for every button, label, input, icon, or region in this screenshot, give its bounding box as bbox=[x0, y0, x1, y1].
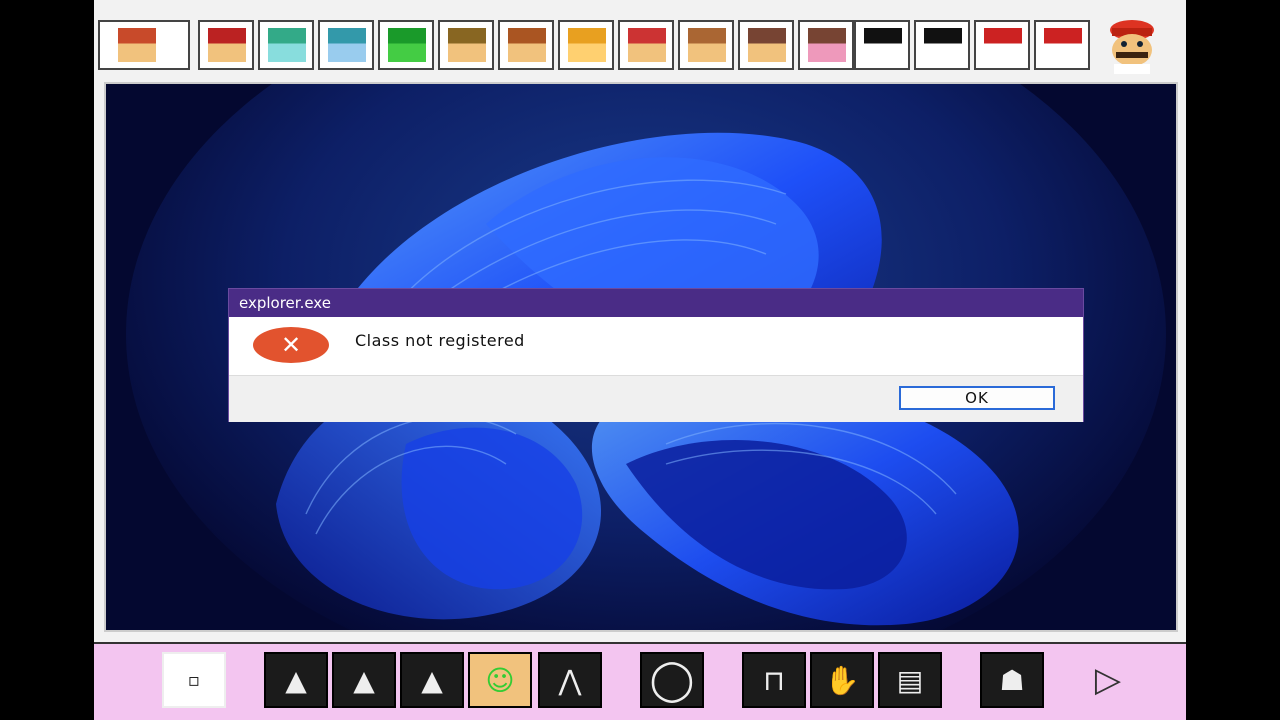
mario-face-icon bbox=[1102, 16, 1162, 74]
ring-brush-icon: ◯ bbox=[649, 657, 695, 703]
spray-cone-tool-icon: ⋀ bbox=[558, 663, 582, 697]
tool-button[interactable]: ⋀ bbox=[538, 652, 602, 708]
stamp-slot-9-icon bbox=[628, 28, 666, 62]
stamp-button[interactable] bbox=[378, 20, 434, 70]
stamp-button[interactable] bbox=[98, 20, 190, 70]
error-icon: ✕ bbox=[253, 327, 329, 363]
app-window: explorer.exe ✕ Class not registered OK ▫… bbox=[94, 0, 1186, 720]
stamp-slot-14-icon bbox=[924, 28, 962, 62]
spray-large-tool-icon: ▲ bbox=[421, 663, 443, 697]
stamp-button[interactable] bbox=[438, 20, 494, 70]
stamp-slot-4-icon bbox=[328, 28, 366, 62]
stamp-button[interactable] bbox=[618, 20, 674, 70]
glove-hand-icon: ✋ bbox=[824, 663, 860, 697]
stamp-slot-8-icon bbox=[568, 28, 606, 62]
dialog-footer: OK bbox=[229, 375, 1083, 422]
stamp-strip bbox=[94, 20, 1186, 76]
eraser-icon: ▤ bbox=[896, 663, 924, 697]
tool-bar: ▫ ▲ ▲ ▲ ☺ ⋀ ◯ ⊓ ✋ ▤ ☗ ▷ bbox=[94, 642, 1186, 720]
tool-button[interactable]: ▲ bbox=[332, 652, 396, 708]
stamp-slot-13-icon bbox=[864, 28, 902, 62]
spray-medium-tool-icon: ▲ bbox=[353, 663, 375, 697]
stamp-slot-2-icon bbox=[208, 28, 246, 62]
ok-button[interactable]: OK bbox=[899, 386, 1055, 410]
stamp-slot-3-icon bbox=[268, 28, 306, 62]
tool-button[interactable]: ▲ bbox=[264, 652, 328, 708]
stamp-button[interactable] bbox=[258, 20, 314, 70]
tool-button[interactable]: ⊓ bbox=[742, 652, 806, 708]
tool-button[interactable]: ☺ bbox=[468, 652, 532, 708]
stamp-slot-7-icon bbox=[508, 28, 546, 62]
stamp-slot-10-icon bbox=[688, 28, 726, 62]
stamp-button[interactable] bbox=[1034, 20, 1090, 70]
pipe-tool-icon: ⊓ bbox=[763, 663, 785, 697]
tool-button[interactable]: ▤ bbox=[878, 652, 942, 708]
tool-button[interactable]: ☗ bbox=[980, 652, 1044, 708]
stamp-button[interactable] bbox=[558, 20, 614, 70]
stamp-button[interactable] bbox=[318, 20, 374, 70]
dialog-body: ✕ Class not registered bbox=[229, 317, 1083, 375]
stamp-button[interactable] bbox=[198, 20, 254, 70]
stamp-slot-16-icon bbox=[1044, 28, 1082, 62]
stamp-button[interactable] bbox=[678, 20, 734, 70]
stamp-button[interactable] bbox=[798, 20, 854, 70]
stamp-button[interactable] bbox=[974, 20, 1030, 70]
stamp-button[interactable] bbox=[498, 20, 554, 70]
next-arrow-icon: ▷ bbox=[1094, 660, 1122, 700]
small-square-tool-icon: ▫ bbox=[187, 669, 201, 691]
stamp-slot-11-icon bbox=[748, 28, 786, 62]
stamp-button[interactable] bbox=[738, 20, 794, 70]
tool-button[interactable]: ▲ bbox=[400, 652, 464, 708]
stamp-slot-6-icon bbox=[448, 28, 486, 62]
dog-face-icon: ☗ bbox=[999, 663, 1025, 697]
stamp-button[interactable] bbox=[854, 20, 910, 70]
stamp-slot-5-icon bbox=[388, 28, 426, 62]
tool-button[interactable]: ▷ bbox=[1076, 652, 1140, 708]
dialog-title: explorer.exe bbox=[229, 289, 1083, 317]
stamp-slot-1-icon bbox=[118, 28, 156, 62]
drawing-canvas[interactable]: explorer.exe ✕ Class not registered OK bbox=[104, 82, 1178, 632]
tool-button[interactable]: ▫ bbox=[162, 652, 226, 708]
stamp-button[interactable] bbox=[914, 20, 970, 70]
spray-small-tool-icon: ▲ bbox=[285, 663, 307, 697]
stamp-slot-15-icon bbox=[984, 28, 1022, 62]
luigi-face-icon: ☺ bbox=[470, 654, 530, 706]
error-message: Class not registered bbox=[355, 331, 525, 350]
tool-button[interactable]: ✋ bbox=[810, 652, 874, 708]
error-dialog: explorer.exe ✕ Class not registered OK bbox=[228, 288, 1084, 422]
stamp-slot-12-icon bbox=[808, 28, 846, 62]
tool-button[interactable]: ◯ bbox=[640, 652, 704, 708]
